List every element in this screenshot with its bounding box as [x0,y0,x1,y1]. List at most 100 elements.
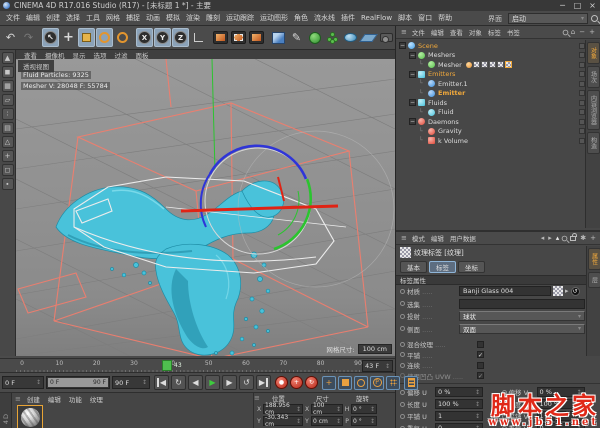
metaball-button[interactable] [342,28,359,47]
mix-textures-checkbox[interactable] [477,341,484,348]
points-mode-icon[interactable]: ∶ [2,108,14,120]
object-label[interactable]: Fluids [428,99,447,107]
expander-icon[interactable]: − [409,71,416,78]
object-manager-menu-item[interactable]: 标签 [485,27,504,37]
anim-dot-icon[interactable] [400,402,405,407]
side-dropdown[interactable]: 双面 ▾ [459,324,585,334]
material-reset-icon[interactable]: ↺ [571,287,580,296]
tab-structure[interactable]: 构造 [587,132,600,154]
viewport-menu-item[interactable]: 选项 [90,50,111,60]
history-forward-icon[interactable]: ▸ [546,234,554,242]
material-picker-icon[interactable]: ▸ [563,287,571,295]
uv-field-input[interactable]: 100 % ↕ [537,399,585,409]
menu-item[interactable]: 流水线 [311,13,338,23]
menu-item[interactable]: 编辑 [23,13,43,23]
object-label[interactable]: Fluid [438,108,454,116]
anim-dot-icon[interactable] [400,289,405,294]
rotation-p-input[interactable]: 0 °↕ [351,416,377,426]
tab-tag[interactable]: 标签 [429,261,456,273]
viewport-solo-icon[interactable]: ◻ [2,164,14,176]
expander-icon[interactable]: − [399,42,406,49]
menu-item[interactable]: 选择 [63,13,83,23]
edges-mode-icon[interactable]: ▤ [2,122,14,134]
tree-row[interactable]: └ Emitter.1 ∶ ✓ [396,79,600,89]
history-back-icon[interactable]: ◂ [539,234,547,242]
menu-item[interactable]: 渲染 [183,13,203,23]
anim-dot-icon[interactable] [400,314,405,319]
texture-tag-icon[interactable] [473,61,480,68]
play-button[interactable]: ▶ [205,375,220,390]
object-label[interactable]: Gravity [438,127,462,135]
viewport-menu-item[interactable]: 过滤 [111,50,132,60]
menu-item[interactable]: 帮助 [435,13,455,23]
rotate-tool-button[interactable] [96,28,113,47]
tab-attributes[interactable]: 属性 [588,248,600,270]
seamless-checkbox[interactable] [477,362,484,369]
goto-start-button[interactable]: ◀ [154,375,169,390]
menu-item[interactable]: 网格 [103,13,123,23]
anim-dot-icon[interactable] [400,342,405,347]
spinner-icon[interactable]: ↕ [385,363,390,370]
lock-y-axis-button[interactable]: Y [154,28,171,47]
section-header[interactable]: 标签属性 [396,275,600,285]
render-region-button[interactable] [230,28,247,47]
menu-item[interactable]: 雕刻 [203,13,223,23]
key-scale-toggle[interactable] [338,376,352,390]
uv-field-input[interactable]: 0 % ↕ [435,387,483,397]
autokey-button[interactable]: + [290,376,303,389]
size-x-input[interactable]: 100 cm↕ [311,404,343,414]
object-manager-menu-item[interactable]: 书签 [504,27,523,37]
object-label[interactable]: Mesher [438,61,462,69]
anim-dot-icon[interactable] [400,414,405,419]
lock-icon[interactable] [570,236,576,241]
tab-coordinates[interactable]: 坐标 [458,261,485,273]
perspective-viewport[interactable]: 查看摄像机显示选项过滤面板 透视视图 Fluid Particles: 9325… [16,50,395,356]
object-manager-menu-item[interactable]: 查看 [447,27,466,37]
key-pla-toggle[interactable] [386,376,400,390]
uv-field-input[interactable]: 1 ↕ [537,411,585,421]
redo-button[interactable]: ↷ [20,28,37,47]
uv-field-input[interactable]: 1 ↕ [435,411,483,421]
coordinate-system-button[interactable] [190,28,207,47]
goto-end-button[interactable]: ▶ [256,375,271,390]
object-manager-menu-item[interactable]: 编辑 [428,27,447,37]
tree-row[interactable]: └ Emitter ∶ ✓ [396,89,600,99]
material-input[interactable]: Banji Glass 004 [459,286,551,296]
attribute-menu-item[interactable]: 编辑 [428,233,447,243]
last-tool-button[interactable] [114,28,131,47]
keyframe-selection-button[interactable]: ↻ [305,376,318,389]
material-menu-item[interactable]: 功能 [65,394,86,404]
texture-tag-icon[interactable] [489,61,496,68]
gear-icon[interactable]: ✱ [578,234,588,242]
move-tool-button[interactable]: + [60,28,77,47]
viewport-menu-item[interactable]: 查看 [20,50,41,60]
enable-axis-icon[interactable]: + [2,150,14,162]
previous-frame-button[interactable]: ◀ [188,375,203,390]
uv-field-input[interactable]: 100 % ↕ [435,399,483,409]
texture-tag-icon[interactable] [497,61,504,68]
key-rotation-toggle[interactable] [354,376,368,390]
selected-texture-tag-icon[interactable] [505,61,512,68]
attribute-menu-item[interactable]: 用户数据 [447,233,479,243]
lock-x-axis-button[interactable]: X [136,28,153,47]
expander-icon[interactable]: − [409,99,416,106]
polygons-mode-icon[interactable]: △ [2,136,14,148]
object-manager-menu-item[interactable]: 对象 [466,27,485,37]
expander-icon[interactable]: − [409,118,416,125]
material-menu-item[interactable]: 纹理 [86,394,107,404]
home-icon[interactable]: ⌂ [569,28,577,36]
menu-item[interactable]: 运动跟踪 [223,13,257,23]
frame-range-slider[interactable]: 0 F 90 F [46,376,110,389]
tree-row[interactable]: └ k Volume ∶ ✓ [396,136,600,146]
menu-item[interactable]: 运动图形 [257,13,291,23]
object-manager-menu-item[interactable]: 文件 [409,27,428,37]
viewport-menu-item[interactable]: 面板 [132,50,153,60]
tree-row[interactable]: └ Gravity ∶ ✓ [396,127,600,137]
floor-button[interactable] [360,28,377,47]
subdivision-surface-button[interactable] [306,28,323,47]
anim-dot-icon[interactable] [502,402,507,407]
menu-item[interactable]: 工具 [83,13,103,23]
next-frame-button[interactable]: ▶ [222,375,237,390]
material-thumbnail[interactable] [17,405,43,428]
texture-mode-icon[interactable]: ▦ [2,80,14,92]
